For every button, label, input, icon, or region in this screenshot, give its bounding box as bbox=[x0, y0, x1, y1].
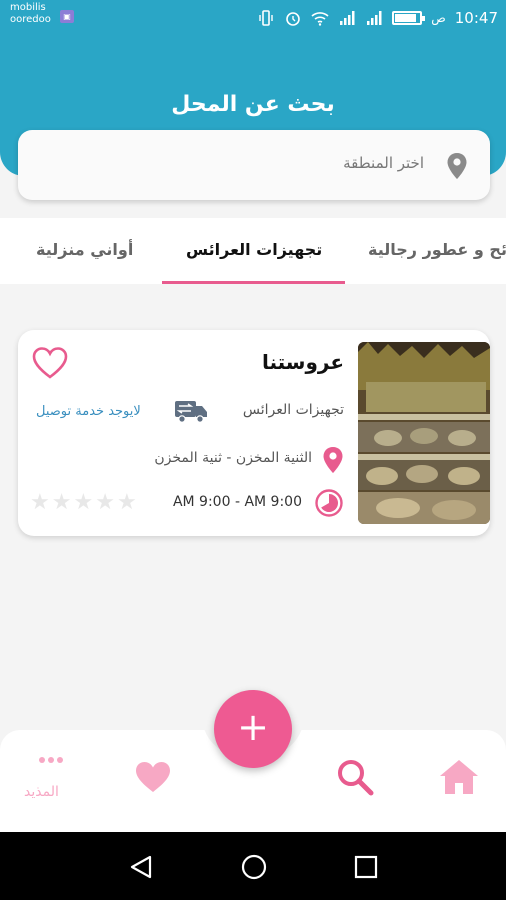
carrier-name-1: mobilis bbox=[10, 2, 46, 13]
shop-category: تجهيزات العرائس bbox=[242, 402, 344, 418]
recents-icon[interactable] bbox=[354, 855, 378, 879]
delivery-truck-icon bbox=[175, 401, 207, 423]
favorite-heart-icon[interactable] bbox=[32, 346, 68, 380]
page-title: بحث عن المحل bbox=[171, 92, 335, 117]
signal-icon-1 bbox=[340, 11, 355, 25]
shop-card[interactable]: عروستنا تجهيزات العرائس لايوجد خدمة توصي… bbox=[18, 330, 490, 536]
opening-hours: AM 9:00 - AM 9:00 bbox=[172, 494, 302, 510]
address-pin-icon bbox=[323, 447, 343, 473]
star-icon: ★ bbox=[51, 490, 72, 515]
region-placeholder: اختر المنطقة bbox=[343, 154, 424, 172]
status-indicators: ص 10:47 bbox=[257, 6, 498, 30]
favorites-heart-icon[interactable] bbox=[134, 760, 172, 794]
back-icon[interactable] bbox=[128, 854, 154, 880]
category-tabs: أواني منزلية تجهيزات العرائس ائح و عطور … bbox=[0, 218, 506, 284]
battery-icon bbox=[392, 11, 426, 25]
wifi-icon bbox=[311, 12, 329, 26]
app-notification-icon: ▣ bbox=[60, 10, 74, 23]
star-icon: ★ bbox=[30, 490, 50, 515]
shop-address: الثنية المخزن - ثنية المخزن bbox=[154, 450, 312, 466]
region-select-field[interactable]: اختر المنطقة bbox=[18, 130, 490, 200]
star-icon: ★ bbox=[116, 490, 137, 515]
time-suffix: ص bbox=[431, 11, 446, 25]
active-tab-indicator bbox=[162, 281, 345, 284]
delivery-status: لايوجد خدمة توصيل bbox=[36, 404, 141, 419]
carrier-name-2: ooredoo bbox=[10, 14, 51, 25]
add-button[interactable]: + bbox=[214, 690, 292, 768]
home-circle-icon[interactable] bbox=[240, 853, 268, 881]
clock-icon bbox=[315, 489, 343, 517]
location-pin-icon bbox=[447, 153, 467, 179]
signal-icon-2 bbox=[367, 11, 382, 25]
more-label[interactable]: المذيد bbox=[24, 784, 59, 800]
star-icon: ★ bbox=[95, 490, 115, 515]
shop-name: عروستنا bbox=[261, 350, 344, 374]
tab-mens-perfumes[interactable]: ائح و عطور رجالية bbox=[368, 240, 506, 259]
search-icon[interactable] bbox=[336, 758, 374, 796]
vibrate-icon bbox=[259, 10, 273, 26]
status-bar: mobilis ooredoo ▣ ص 10:47 bbox=[0, 0, 506, 36]
android-navigation-bar bbox=[0, 832, 506, 900]
more-dots-icon[interactable] bbox=[38, 756, 64, 764]
shop-photo bbox=[358, 342, 490, 524]
tab-bridal-supplies[interactable]: تجهيزات العرائس bbox=[186, 240, 322, 259]
alarm-icon bbox=[286, 12, 301, 26]
clock-time: 10:47 bbox=[454, 9, 498, 27]
star-icon: ★ bbox=[73, 490, 94, 515]
home-icon[interactable] bbox=[438, 758, 480, 796]
carrier-info: mobilis ooredoo bbox=[10, 2, 51, 26]
tab-home-utensils[interactable]: أواني منزلية bbox=[36, 240, 133, 259]
rating-stars: ★ ★ ★ ★ ★ bbox=[30, 492, 137, 514]
